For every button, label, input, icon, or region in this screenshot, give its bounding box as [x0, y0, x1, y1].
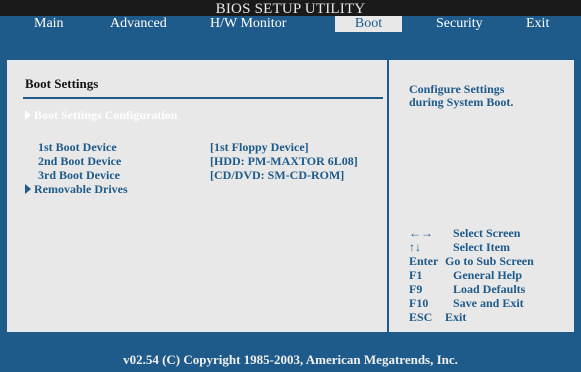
boot-device-1-value[interactable]: [1st Floppy Device]	[210, 140, 309, 155]
key-hint-select-screen: ←→ Select Screen	[409, 226, 521, 240]
boot-device-2-label[interactable]: 2nd Boot Device	[38, 154, 121, 169]
help-text-line-2: during System Boot.	[409, 95, 514, 109]
section-title: Boot Settings	[25, 76, 99, 91]
key-hint-esc: ESC Exit	[409, 310, 467, 324]
boot-device-3-value[interactable]: [CD/DVD: SM-CD-ROM]	[210, 168, 344, 183]
menu-removable-drives[interactable]: Removable Drives	[25, 182, 128, 197]
boot-device-3-label[interactable]: 3rd Boot Device	[38, 168, 120, 183]
tab-boot[interactable]: Boot	[335, 16, 402, 32]
section-divider	[23, 97, 383, 99]
tab-advanced[interactable]: Advanced	[110, 16, 167, 32]
key-hint-f9: F9 Load Defaults	[409, 282, 526, 296]
key-hint-enter: Enter Go to Sub Screen	[409, 254, 534, 268]
main-panel: Boot Settings Boot Settings Configuratio…	[5, 58, 389, 334]
menu-boot-settings-configuration[interactable]: Boot Settings Configuration	[25, 108, 177, 123]
window-title: BIOS SETUP UTILITY	[0, 0, 581, 17]
submenu-arrow-icon	[25, 110, 31, 120]
left-right-arrows-icon: ←→	[409, 226, 433, 240]
help-panel: Configure Settings during System Boot. ←…	[389, 58, 576, 334]
boot-device-1-label[interactable]: 1st Boot Device	[38, 140, 117, 155]
tab-hw-monitor[interactable]: H/W Monitor	[210, 16, 286, 32]
up-down-arrows-icon: ↑↓	[409, 240, 421, 254]
boot-device-2-value[interactable]: [HDD: PM-MAXTOR 6L08]	[210, 154, 358, 169]
key-hint-f1: F1 General Help	[409, 268, 522, 282]
copyright-footer: v02.54 (C) Copyright 1985-2003, American…	[0, 348, 581, 372]
tab-security[interactable]: Security	[436, 16, 483, 32]
key-hint-f10: F10 Save and Exit	[409, 296, 524, 310]
tab-main[interactable]: Main	[34, 16, 64, 32]
tab-exit[interactable]: Exit	[526, 16, 549, 32]
bios-screen: BIOS SETUP UTILITY Main Advanced H/W Mon…	[0, 0, 581, 372]
submenu-arrow-icon	[25, 184, 31, 194]
key-hint-select-item: ↑↓ Select Item	[409, 240, 510, 254]
tab-bar: Main Advanced H/W Monitor Boot Security …	[0, 16, 581, 32]
